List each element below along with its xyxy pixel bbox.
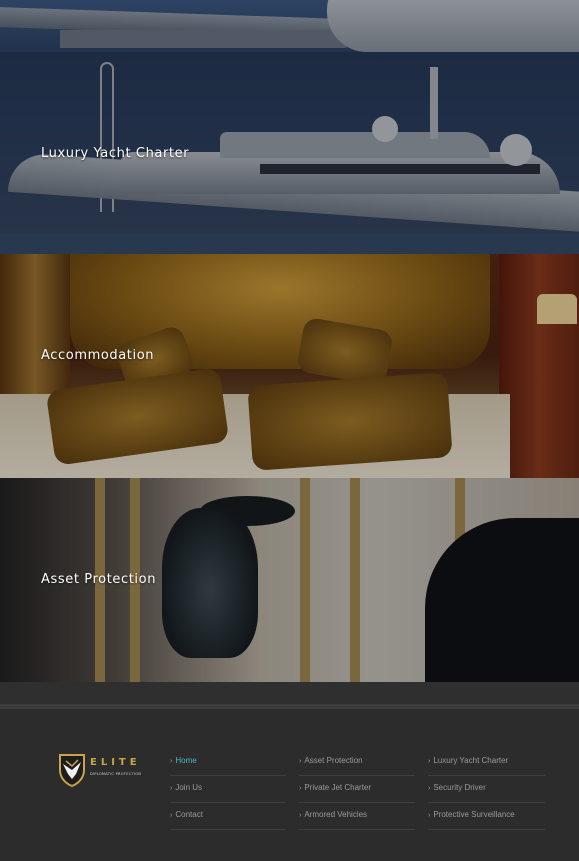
footer-links-column: › Home › Join Us › Contact [170,749,286,830]
panel-title[interactable]: Asset Protection [41,572,156,587]
private-jet-panel[interactable] [0,0,579,52]
footer-link-asset-protection[interactable]: › Asset Protection [299,749,415,776]
footer-link-label: Armored Vehicles [304,810,368,819]
chevron-right-icon: › [299,758,302,765]
footer-link-label: Join Us [175,783,203,792]
accommodation-panel[interactable]: Accommodation [0,254,579,478]
logo-tagline: DIPLOMATIC PROTECTION [90,772,142,776]
panel-title[interactable]: Accommodation [41,348,154,363]
chevron-right-icon: › [170,758,173,765]
footer-link-label: Security Driver [433,783,486,792]
panel-overlay [0,0,579,52]
panel-title[interactable]: Luxury Yacht Charter [41,146,189,161]
site-footer: ELITE DIPLOMATIC PROTECTION › Home › Join … [0,709,579,861]
footer-link-join-us[interactable]: › Join Us [170,776,286,803]
footer-link-private-jet-charter[interactable]: › Private Jet Charter [299,776,415,803]
footer-link-label: Asset Protection [304,756,363,765]
chevron-right-icon: › [170,785,173,792]
footer-link-security-driver[interactable]: › Security Driver [428,776,545,803]
footer-link-label: Protective Surveillance [433,810,515,819]
footer-link-armored-vehicles[interactable]: › Armored Vehicles [299,803,415,830]
panel-overlay [0,254,579,478]
footer-link-label: Luxury Yacht Charter [433,756,509,765]
chevron-right-icon: › [299,812,302,819]
divider [0,682,579,704]
shield-eagle-icon [59,754,85,788]
footer-link-luxury-yacht-charter[interactable]: › Luxury Yacht Charter [428,749,545,776]
site-logo[interactable]: ELITE DIPLOMATIC PROTECTION [57,752,147,788]
footer-link-home[interactable]: › Home [170,749,286,776]
footer-link-label: Contact [175,810,203,819]
asset-protection-panel[interactable]: Asset Protection [0,478,579,682]
footer-link-protective-surveillance[interactable]: › Protective Surveillance [428,803,545,830]
chevron-right-icon: › [170,812,173,819]
logo-wordmark: ELITE [90,757,141,768]
footer-links-column: › Asset Protection › Private Jet Charter ›… [299,749,415,830]
chevron-right-icon: › [299,785,302,792]
footer-link-label: Home [175,756,197,765]
chevron-right-icon: › [428,785,431,792]
chevron-right-icon: › [428,812,431,819]
footer-link-contact[interactable]: › Contact [170,803,286,830]
footer-link-label: Private Jet Charter [304,783,372,792]
luxury-yacht-charter-panel[interactable]: Luxury Yacht Charter [0,52,579,254]
chevron-right-icon: › [428,758,431,765]
footer-links-column: › Luxury Yacht Charter › Security Driver ›… [428,749,545,830]
